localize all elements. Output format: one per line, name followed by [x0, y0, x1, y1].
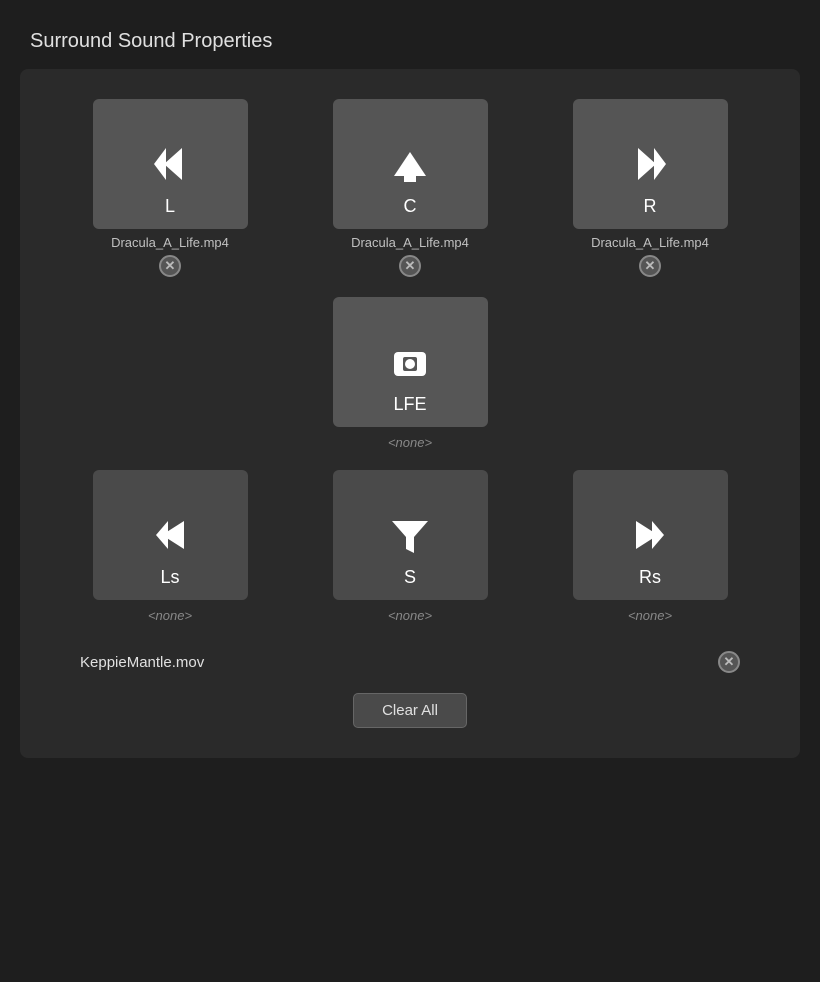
- subfile-name: KeppieMantle.mov: [80, 654, 204, 671]
- channel-icon-LFE: [384, 336, 436, 388]
- channel-box-L[interactable]: L: [93, 99, 248, 229]
- channel-remove-R[interactable]: ✕: [639, 255, 661, 277]
- subfile-bar: KeppieMantle.mov ✕: [70, 651, 750, 673]
- channel-label-S: S: [404, 567, 416, 588]
- channel-filename-S: <none>: [388, 608, 432, 623]
- channel-label-LFE: LFE: [393, 394, 426, 415]
- remove-icon-C: ✕: [405, 258, 416, 274]
- channel-remove-L[interactable]: ✕: [159, 255, 181, 277]
- top-channel-row: L Dracula_A_Life.mp4 ✕: [40, 99, 780, 277]
- channel-filename-L: Dracula_A_Life.mp4: [111, 235, 229, 250]
- channel-cell-S: S <none>: [320, 470, 500, 623]
- subfile-remove-icon: ✕: [724, 654, 735, 670]
- channel-icon-R: [624, 138, 676, 190]
- channel-box-R[interactable]: R: [573, 99, 728, 229]
- channel-filename-C: Dracula_A_Life.mp4: [351, 235, 469, 250]
- channel-label-R: R: [644, 196, 657, 217]
- surround-sound-panel: Surround Sound Properties L Dracula_A_Li…: [0, 0, 820, 982]
- channel-box-C[interactable]: C: [333, 99, 488, 229]
- surround-grid: L Dracula_A_Life.mp4 ✕: [20, 69, 800, 758]
- channel-filename-R: Dracula_A_Life.mp4: [591, 235, 709, 250]
- channel-cell-R: R Dracula_A_Life.mp4 ✕: [560, 99, 740, 277]
- channel-icon-Ls: [144, 509, 196, 561]
- channel-label-L: L: [165, 196, 175, 217]
- channel-cell-C: C Dracula_A_Life.mp4 ✕: [320, 99, 500, 277]
- remove-icon-R: ✕: [645, 258, 656, 274]
- arrow-left-icon: [146, 140, 194, 188]
- channel-filename-LFE: <none>: [388, 435, 432, 450]
- channel-icon-L: [144, 138, 196, 190]
- channel-box-S[interactable]: S: [333, 470, 488, 600]
- subfile-remove-button[interactable]: ✕: [718, 651, 740, 673]
- remove-icon-L: ✕: [165, 258, 176, 274]
- channel-remove-C[interactable]: ✕: [399, 255, 421, 277]
- channel-icon-Rs: [624, 509, 676, 561]
- funnel-icon: [386, 511, 434, 559]
- arrow-right-icon: [626, 140, 674, 188]
- channel-filename-Ls: <none>: [148, 608, 192, 623]
- channel-filename-Rs: <none>: [628, 608, 672, 623]
- circle-dot-icon: [386, 338, 434, 386]
- channel-label-Rs: Rs: [639, 567, 661, 588]
- channel-cell-LFE: LFE <none>: [320, 297, 500, 450]
- channel-cell-L: L Dracula_A_Life.mp4 ✕: [80, 99, 260, 277]
- middle-channel-row: LFE <none>: [40, 297, 780, 450]
- arrow-right-back-icon: [626, 511, 674, 559]
- channel-box-LFE[interactable]: LFE: [333, 297, 488, 427]
- clear-all-row: Clear All: [40, 693, 780, 728]
- channel-cell-Rs: Rs <none>: [560, 470, 740, 623]
- arrow-left-back-icon: [146, 511, 194, 559]
- arrow-up-icon: [386, 140, 434, 188]
- channel-cell-Ls: Ls <none>: [80, 470, 260, 623]
- channel-label-C: C: [404, 196, 417, 217]
- clear-all-button[interactable]: Clear All: [353, 693, 467, 728]
- channel-icon-C: [384, 138, 436, 190]
- bottom-channel-row: Ls <none> S <none>: [40, 470, 780, 623]
- panel-title: Surround Sound Properties: [20, 30, 800, 53]
- channel-box-Ls[interactable]: Ls: [93, 470, 248, 600]
- channel-label-Ls: Ls: [160, 567, 179, 588]
- channel-icon-S: [384, 509, 436, 561]
- channel-box-Rs[interactable]: Rs: [573, 470, 728, 600]
